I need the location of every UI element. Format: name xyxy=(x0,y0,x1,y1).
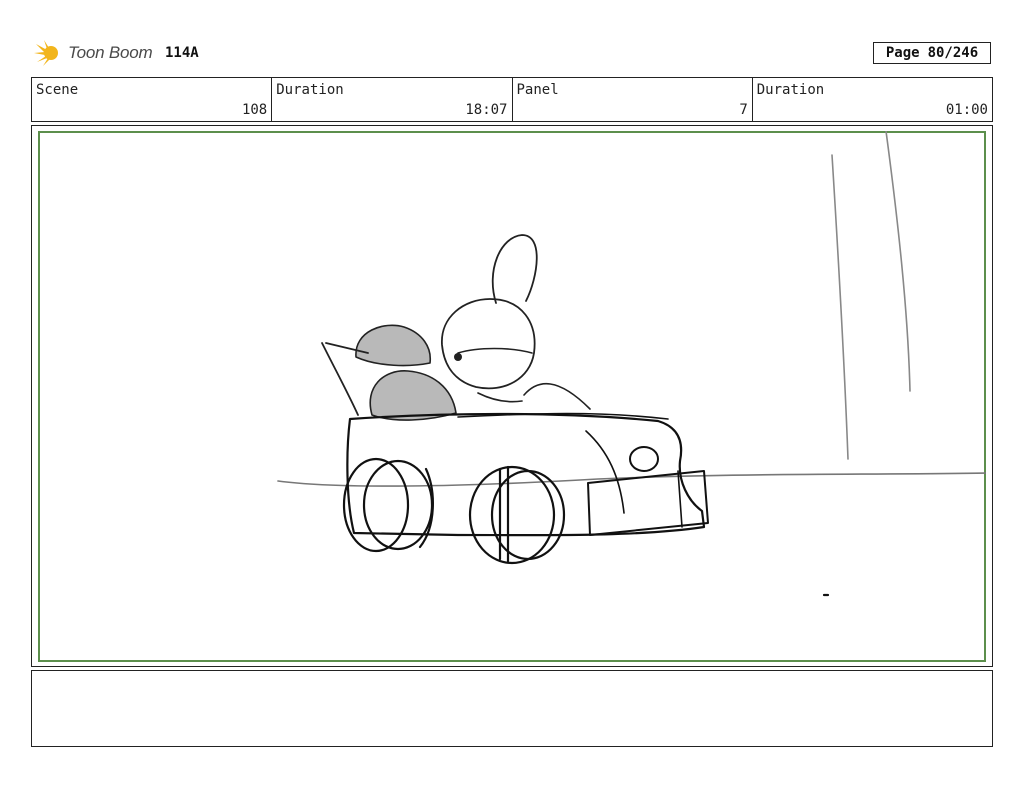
scene-duration-cell: Duration 18:07 xyxy=(272,78,513,121)
scene-duration-label: Duration xyxy=(276,82,344,98)
panel-cell: Panel 7 xyxy=(513,78,753,121)
toon-boom-logo: Toon Boom xyxy=(34,38,153,68)
scene-cell: Scene 108 xyxy=(32,78,273,121)
panel-duration-cell: Duration 01:00 xyxy=(753,78,992,121)
page-label: Page xyxy=(885,45,920,61)
panel-duration-label: Duration xyxy=(756,82,825,98)
page-indicator: Page 80/246 xyxy=(873,42,991,64)
bunny-nose xyxy=(454,353,462,361)
bunny-head xyxy=(441,298,536,390)
front-wheel xyxy=(468,465,566,565)
notes-box[interactable] xyxy=(31,670,993,747)
car-headlight xyxy=(629,446,659,472)
scene-label: Scene xyxy=(36,82,79,98)
bunny-visor xyxy=(457,347,533,354)
panel-duration-value: 01:00 xyxy=(945,102,988,118)
car-front-bumper xyxy=(587,470,709,536)
panel-label: Panel xyxy=(516,82,559,98)
car-fender-line xyxy=(585,430,625,514)
scene-value: 108 xyxy=(241,102,268,118)
rear-wheel xyxy=(342,457,434,553)
bunny-ear xyxy=(491,234,538,304)
page-value: 80/246 xyxy=(927,45,979,61)
panel-value: 7 xyxy=(739,102,748,118)
sheet-id: 114A xyxy=(165,45,199,61)
storyboard-sketch xyxy=(277,131,986,597)
logo-text: Toon Boom xyxy=(68,43,153,62)
scene-duration-value: 18:07 xyxy=(465,102,508,118)
background-pole-right xyxy=(885,131,911,392)
background-pole-left xyxy=(831,154,849,460)
scene-info-table: Scene 108 Duration 18:07 Panel 7 Duratio… xyxy=(31,77,993,122)
road-line xyxy=(277,472,986,487)
passenger-heads xyxy=(355,324,457,421)
sunburst-icon xyxy=(34,40,58,66)
